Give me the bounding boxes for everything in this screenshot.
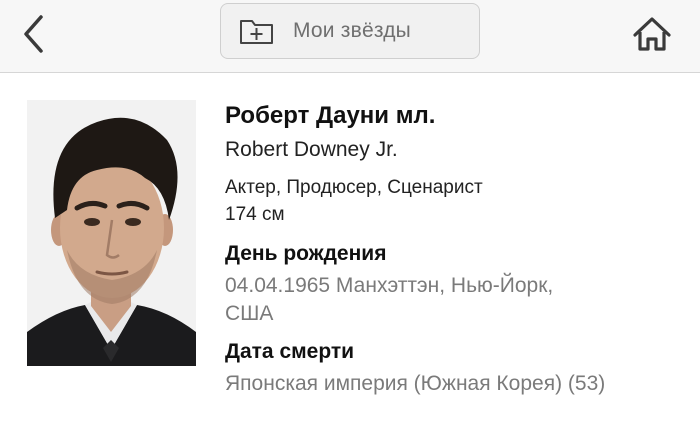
actor-photo [27, 100, 196, 366]
chevron-left-icon [24, 15, 43, 53]
actor-name-russian: Роберт Дауни мл. [225, 102, 436, 129]
actor-name-english: Robert Downey Jr. [225, 138, 398, 161]
folder-plus-icon [239, 16, 275, 46]
back-button[interactable] [14, 12, 54, 56]
actor-height: 174 см [225, 204, 285, 225]
birthday-value: 04.04.1965 Манхэттэн, Нью-Йорк, США [225, 274, 554, 325]
birthday-heading: День рождения [225, 242, 387, 265]
my-stars-label: Мои звёзды [293, 19, 411, 42]
my-stars-button[interactable]: Мои звёзды [220, 3, 480, 59]
top-navigation-bar: Мои звёзды [0, 0, 700, 73]
death-date-value: Японская империя (Южная Корея) (53) [225, 372, 606, 395]
actor-professions: Актер, Продюсер, Сценарист [225, 177, 483, 198]
home-button[interactable] [628, 12, 676, 56]
home-icon [633, 17, 671, 51]
death-date-heading: Дата смерти [225, 340, 355, 363]
